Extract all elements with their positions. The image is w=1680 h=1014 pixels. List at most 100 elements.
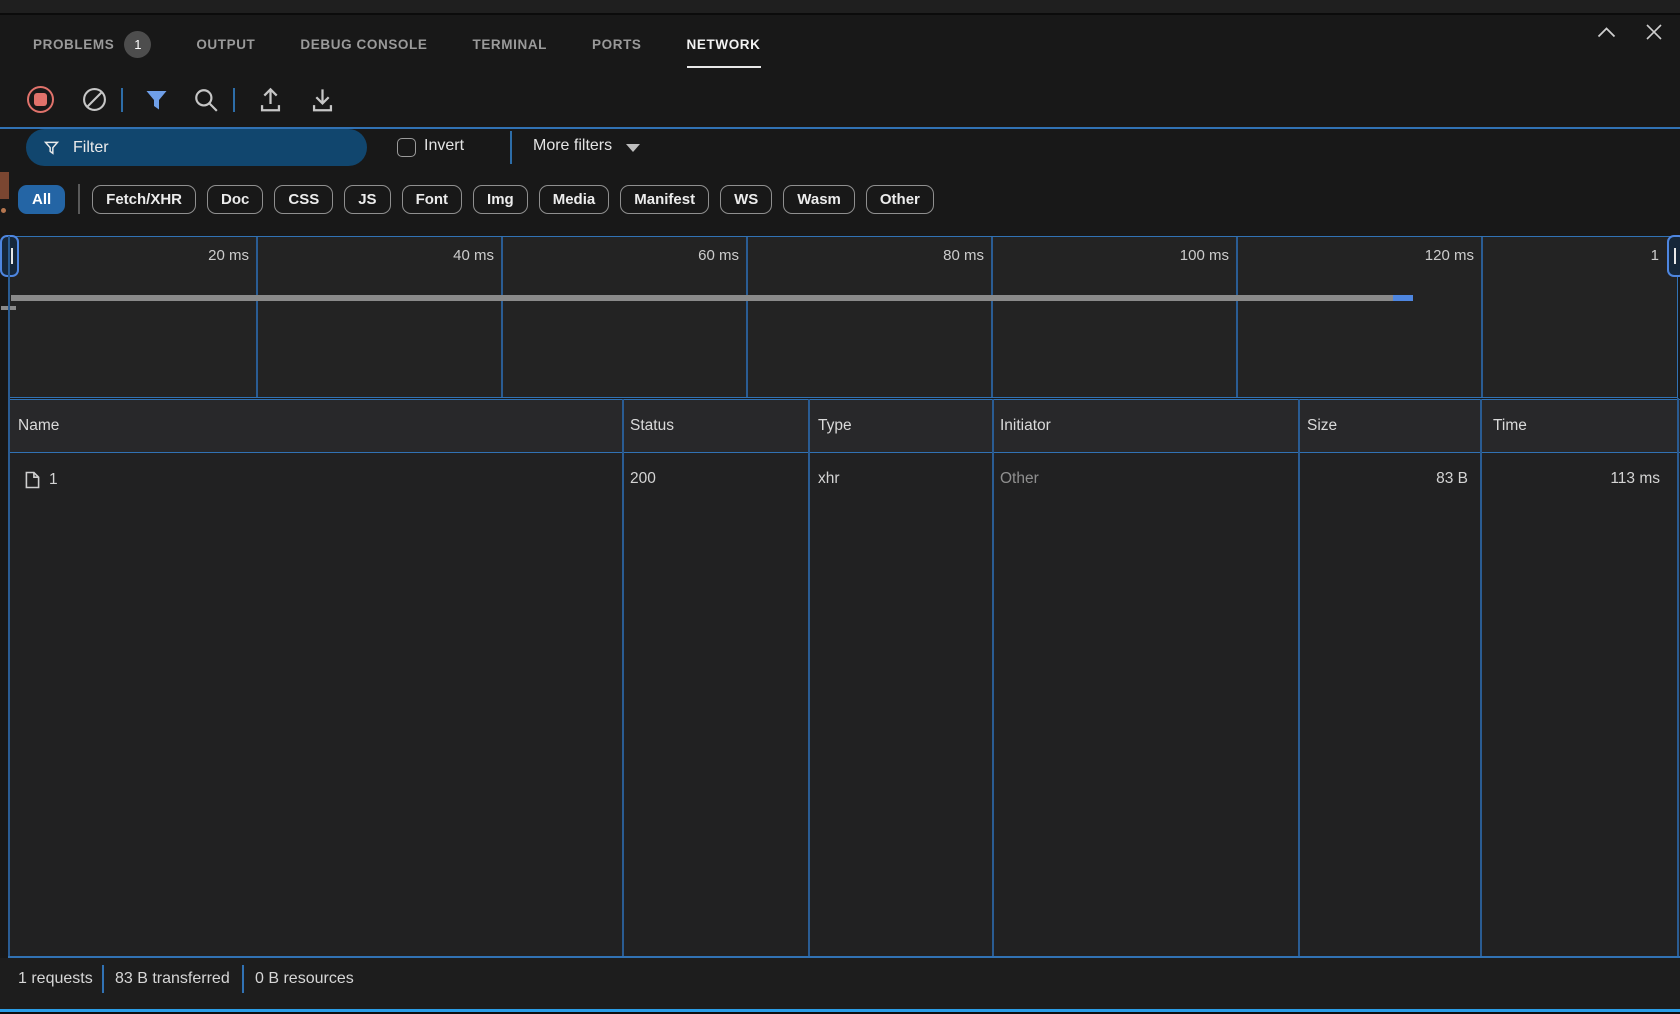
search-icon — [193, 87, 219, 113]
funnel-icon — [43, 140, 60, 156]
editor-strip: 20// const yourMMKVStorage = new MMKV(); — [0, 0, 1680, 15]
timeline-tick-label: 60 ms — [649, 247, 739, 264]
panel-tabbar: Problems1 Output Debug Console Terminal Port… — [0, 17, 1680, 72]
overview-waterfall-bar — [11, 295, 1413, 301]
edge-dot — [1, 208, 6, 213]
filter-input[interactable]: Filter — [26, 129, 367, 166]
filter-chip-css[interactable]: CSS — [274, 185, 333, 214]
timeline-tick-label: 120 ms — [1384, 247, 1474, 264]
status-divider — [102, 965, 104, 993]
more-filters-label: More filters — [533, 137, 612, 155]
cell-status: 200 — [630, 453, 656, 507]
column-divider — [1298, 399, 1300, 957]
overview-right-handle[interactable] — [1667, 235, 1680, 277]
tab-label: Terminal — [472, 37, 547, 52]
tab-debug-console[interactable]: Debug Console — [300, 17, 427, 72]
document-icon — [25, 471, 40, 489]
clear-button[interactable] — [81, 87, 107, 113]
column-header-size[interactable]: Size — [1307, 400, 1337, 454]
toolbar-divider — [121, 88, 123, 112]
overview-left-handle[interactable] — [0, 235, 19, 277]
upload-icon — [257, 86, 284, 113]
filter-chip-js[interactable]: JS — [344, 185, 390, 214]
filter-icon — [144, 88, 169, 112]
tab-label: Ports — [592, 37, 642, 52]
filter-chip-all[interactable]: All — [18, 185, 65, 214]
column-divider — [622, 399, 624, 957]
filter-chip-ws[interactable]: WS — [720, 185, 772, 214]
bar-main — [11, 295, 1393, 301]
timeline-gridline — [991, 237, 993, 397]
tab-network[interactable]: Network — [687, 17, 761, 72]
tab-label: Debug Console — [300, 37, 427, 52]
close-icon[interactable] — [1646, 24, 1662, 40]
requests-table-header: Name Status Type Initiator Size Time — [8, 399, 1680, 453]
timeline-gridline — [1481, 237, 1483, 397]
timeline-tick-label: 20 ms — [159, 247, 249, 264]
edge-decoration — [0, 172, 9, 199]
column-divider — [1480, 399, 1482, 957]
filter-chip-fetch-xhr[interactable]: Fetch/XHR — [92, 185, 196, 214]
invert-label: Invert — [424, 137, 464, 155]
column-header-time[interactable]: Time — [1493, 400, 1527, 454]
filter-chip-media[interactable]: Media — [539, 185, 610, 214]
timeline-gridline — [1236, 237, 1238, 397]
cell-type: xhr — [818, 453, 840, 507]
timeline-tick-partial: 1 — [1651, 247, 1659, 264]
network-statusbar: 1 requests83 B transferred0 B resources — [0, 958, 1680, 1009]
download-icon — [309, 86, 336, 113]
filter-divider — [510, 131, 512, 164]
chevron-down-icon — [626, 144, 640, 152]
status-segment: 1 requests — [18, 970, 93, 988]
timeline-gridline — [501, 237, 503, 397]
column-header-status[interactable]: Status — [630, 400, 674, 454]
filter-chip-font[interactable]: Font — [402, 185, 462, 214]
cell-size: 83 B — [1300, 453, 1468, 507]
record-stop-button[interactable] — [27, 86, 54, 113]
column-header-name[interactable]: Name — [18, 400, 59, 454]
column-divider — [992, 399, 994, 957]
chip-divider — [78, 184, 80, 214]
invert-checkbox[interactable] — [397, 138, 416, 157]
cell-name: 1 — [25, 453, 58, 507]
more-filters-button[interactable]: More filters — [533, 137, 640, 155]
problems-count-badge: 1 — [124, 31, 151, 58]
status-segment: 0 B resources — [255, 970, 354, 988]
filter-chip-doc[interactable]: Doc — [207, 185, 263, 214]
network-overview[interactable]: 20 ms40 ms60 ms80 ms100 ms120 ms 1 — [8, 236, 1678, 398]
filter-chip-manifest[interactable]: Manifest — [620, 185, 709, 214]
table-right-border — [1677, 398, 1679, 957]
chevron-up-icon[interactable] — [1597, 27, 1616, 38]
requests-table-body: 1200xhrOther83 B113 ms — [8, 453, 1680, 957]
export-har-button[interactable] — [309, 87, 335, 113]
tab-ports[interactable]: Ports — [592, 17, 642, 72]
bar-download — [1393, 295, 1413, 301]
filter-chip-other[interactable]: Other — [866, 185, 934, 214]
tab-problems[interactable]: Problems1 — [33, 17, 151, 72]
timeline-tick-label: 80 ms — [894, 247, 984, 264]
filter-toggle-button[interactable] — [143, 87, 169, 113]
request-name: 1 — [49, 454, 58, 506]
timeline-gridline — [746, 237, 748, 397]
import-har-button[interactable] — [257, 87, 283, 113]
column-header-type[interactable]: Type — [818, 400, 852, 454]
filter-placeholder: Filter — [73, 139, 109, 157]
tab-terminal[interactable]: Terminal — [472, 17, 547, 72]
network-toolbar — [0, 72, 1680, 127]
resource-type-filters: All Fetch/XHR Doc CSS JS Font Img Media Manifest… — [0, 176, 1680, 222]
tab-output[interactable]: Output — [196, 17, 255, 72]
filter-section: Filter Invert More filters — [0, 127, 1680, 176]
code-line: 20// const yourMMKVStorage = new MMKV(); — [0, 0, 582, 15]
search-button[interactable] — [193, 87, 219, 113]
timeline-tick-label: 40 ms — [404, 247, 494, 264]
filter-chip-img[interactable]: Img — [473, 185, 528, 214]
column-divider — [808, 399, 810, 957]
table-row[interactable]: 1200xhrOther83 B113 ms — [8, 453, 1680, 507]
cell-initiator: Other — [1000, 453, 1039, 507]
stop-icon — [34, 93, 47, 106]
clear-icon — [82, 87, 107, 112]
tab-label: Network — [687, 37, 761, 52]
filter-chip-wasm[interactable]: Wasm — [783, 185, 855, 214]
table-left-border — [8, 236, 10, 957]
column-header-initiator[interactable]: Initiator — [1000, 400, 1051, 454]
